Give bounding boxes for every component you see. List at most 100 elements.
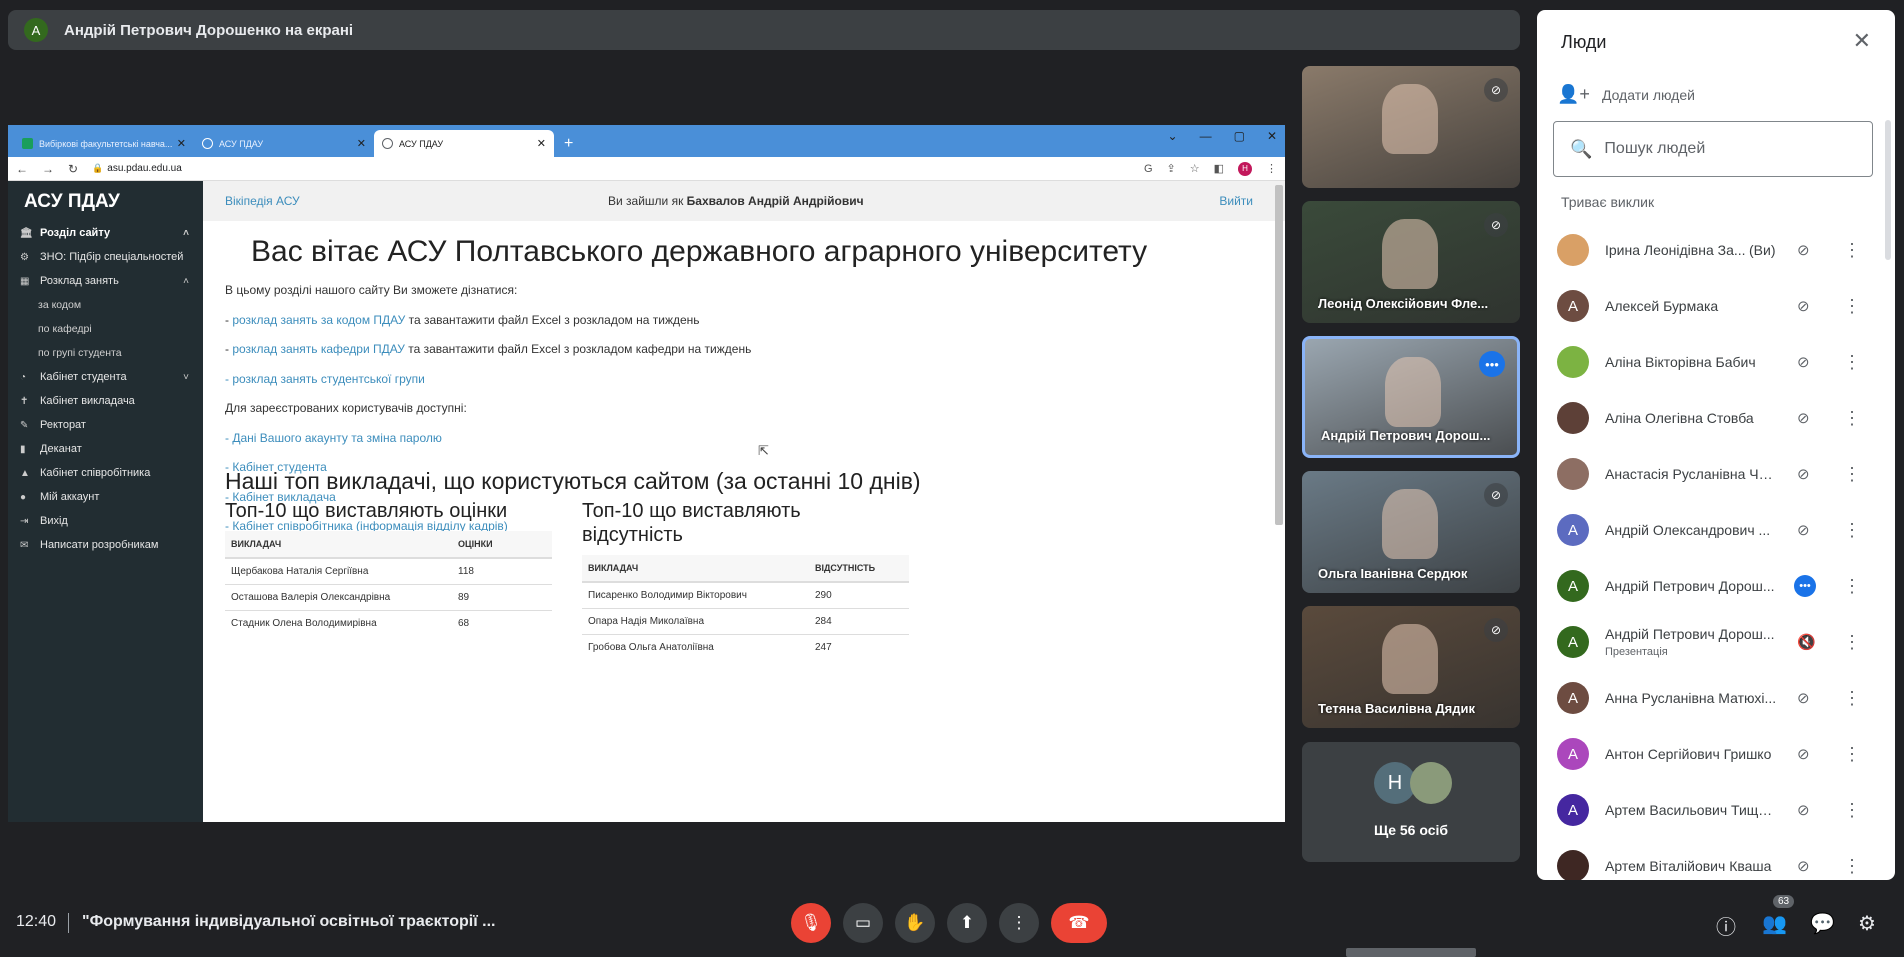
more-participants-tile[interactable]: Н Ще 56 осіб [1302,742,1520,862]
info-icon[interactable]: ⓘ [1716,911,1736,940]
sidebar-item[interactable]: по кафедрі [8,317,203,341]
star-icon[interactable]: ☆ [1190,162,1200,175]
people-scrollbar[interactable] [1885,120,1891,260]
participant-tile[interactable]: ⊘ Тетяна Василівна Дядик [1302,606,1520,728]
kebab-menu-icon[interactable]: ⋮ [1843,464,1861,485]
list-item[interactable]: А Анна Русланівна Матюхі... ⊘ ⋮ [1537,670,1895,726]
sidebar-item[interactable]: 🏛 Розділ сайту ˄ [8,221,203,245]
kebab-menu-icon[interactable]: ⋮ [1843,408,1861,429]
camera-button[interactable]: ▭ [843,903,883,943]
list-item[interactable]: А Андрій Петрович Дорош... ••• ⋮ [1537,558,1895,614]
back-arrow-icon[interactable]: ← [16,162,28,176]
participant-tile[interactable]: ⊘ [1302,66,1520,188]
chevron-down-icon[interactable]: ⌄ [1168,129,1178,143]
more-options-icon[interactable]: ••• [1479,351,1505,377]
maximize-icon[interactable]: ▢ [1234,129,1245,143]
audio-off-icon[interactable]: 🔇 [1797,633,1816,651]
logout-link[interactable]: Вийти [1219,194,1253,208]
list-item[interactable]: Аліна Вікторівна Бабич ⊘ ⋮ [1537,334,1895,390]
site-brand[interactable]: АСУ ПДАУ [8,185,203,221]
sidebar-item[interactable]: ⚙ ЗНО: Підбір спеціальностей [8,245,203,269]
forward-arrow-icon[interactable]: → [42,162,54,176]
schedule-by-dept-link[interactable]: розклад занять кафедри ПДАУ [232,342,405,356]
tab-close-icon[interactable]: ✕ [177,137,186,150]
list-item[interactable]: А Андрій Петрович Дорош... Презентація 🔇 ⋮ [1537,614,1895,670]
kebab-menu-icon[interactable]: ⋮ [1843,744,1861,765]
tab-close-icon[interactable]: ✕ [537,137,546,150]
kebab-menu-icon[interactable]: ⋮ [1843,688,1861,709]
close-icon[interactable]: ✕ [1853,28,1871,54]
browser-tab-3[interactable]: АСУ ПДАУ ✕ [374,130,554,157]
kebab-menu-icon[interactable]: ⋮ [1843,800,1861,821]
wiki-link[interactable]: Вікіпедія АСУ [225,194,300,208]
sidebar-item[interactable]: ✉ Написати розробникам [8,533,203,557]
sidebar-item[interactable]: ● Мій аккаунт [8,485,203,509]
mic-off-button[interactable]: 🎙 [791,903,831,943]
list-item[interactable]: А Алексей Бурмака ⊘ ⋮ [1537,278,1895,334]
schedule-by-group-link[interactable]: - розклад занять студентської групи [225,372,425,386]
list-item[interactable]: А Антон Сергійович Гришко ⊘ ⋮ [1537,726,1895,782]
list-item[interactable]: Артем Віталійович Кваша ⊘ ⋮ [1537,838,1895,880]
kebab-menu-icon[interactable]: ⋮ [1843,856,1861,877]
sidebar-item[interactable]: по групі студента [8,341,203,365]
list-item[interactable]: Аліна Олегівна Стовба ⊘ ⋮ [1537,390,1895,446]
sidebar-item[interactable]: ▦ Розклад занять ˄ [8,269,203,293]
mic-off-icon[interactable]: ⊘ [1797,689,1810,707]
browser-tab-2[interactable]: АСУ ПДАУ ✕ [194,130,374,157]
sidepanel-icon[interactable]: ◧ [1214,162,1224,175]
page-scrollbar[interactable] [1275,185,1283,525]
participant-tile[interactable]: ••• Андрій Петрович Дорош... [1302,336,1520,458]
lock-icon[interactable]: 🔒 [92,163,103,174]
search-people-field[interactable]: 🔍 Пошук людей [1553,121,1873,177]
kebab-menu-icon[interactable]: ⋮ [1266,162,1277,175]
sidebar-item[interactable]: ⇥ Вихід [8,509,203,533]
kebab-menu-icon[interactable]: ⋮ [1843,240,1861,261]
sidebar-item[interactable]: ▮ Деканат [8,437,203,461]
list-item[interactable]: Ірина Леонідівна За... (Ви) ⊘ ⋮ [1537,222,1895,278]
list-item[interactable]: Анастасія Русланівна Ча... ⊘ ⋮ [1537,446,1895,502]
minimize-icon[interactable]: — [1200,129,1212,143]
mic-off-icon[interactable]: ⊘ [1797,857,1810,875]
schedule-by-code-link[interactable]: розклад занять за кодом ПДАУ [232,313,405,327]
google-icon[interactable]: G [1144,163,1153,175]
sidebar-item[interactable]: ✝ Кабінет викладача [8,389,203,413]
speaking-indicator-icon[interactable]: ••• [1794,575,1816,597]
more-options-button[interactable]: ⋮ [999,903,1039,943]
leave-call-button[interactable]: ☎ [1051,903,1107,943]
kebab-menu-icon[interactable]: ⋮ [1843,352,1861,373]
sidebar-item[interactable]: ✎ Ректорат [8,413,203,437]
mic-off-icon[interactable]: ⊘ [1797,409,1810,427]
activities-icon[interactable]: ⚙ [1858,911,1876,936]
browser-tab-1[interactable]: Вибіркові факультетські навча... ✕ [14,130,194,157]
sidebar-item[interactable]: ◔ Кабінет студента ˅ [8,365,203,389]
url-field[interactable]: asu.pdau.edu.ua [107,163,182,174]
kebab-menu-icon[interactable]: ⋮ [1843,632,1861,653]
mic-off-icon[interactable]: ⊘ [1797,801,1810,819]
mic-off-icon[interactable]: ⊘ [1797,465,1810,483]
registered-link[interactable]: - Дані Вашого акаунту та зміна паролю [225,431,442,445]
participant-tile[interactable]: ⊘ Ольга Іванівна Сердюк [1302,471,1520,593]
horizontal-scrollbar[interactable] [1346,948,1476,957]
list-item[interactable]: А Артем Васильович Тище... ⊘ ⋮ [1537,782,1895,838]
mic-off-icon[interactable]: ⊘ [1797,241,1810,259]
new-tab-button[interactable]: + [564,135,573,153]
participant-tile[interactable]: ⊘ Леонід Олексійович Фле... [1302,201,1520,323]
kebab-menu-icon[interactable]: ⋮ [1843,520,1861,541]
kebab-menu-icon[interactable]: ⋮ [1843,576,1861,597]
mic-off-icon[interactable]: ⊘ [1797,353,1810,371]
tab-close-icon[interactable]: ✕ [357,137,366,150]
mic-off-icon[interactable]: ⊘ [1797,521,1810,539]
close-icon[interactable]: ✕ [1267,129,1277,143]
present-button[interactable]: ⬆ [947,903,987,943]
people-icon[interactable]: 👥 [1762,911,1787,936]
list-item[interactable]: А Андрій Олександрович ... ⊘ ⋮ [1537,502,1895,558]
sidebar-item[interactable]: ▲ Кабінет співробітника [8,461,203,485]
share-icon[interactable]: ⇪ [1167,162,1176,175]
add-people-button[interactable]: 👤+ Додати людей [1557,84,1695,105]
reload-icon[interactable]: ↻ [68,162,78,176]
sidebar-item[interactable]: за кодом [8,293,203,317]
mic-off-icon[interactable]: ⊘ [1797,745,1810,763]
raise-hand-button[interactable]: ✋ [895,903,935,943]
mic-off-icon[interactable]: ⊘ [1797,297,1810,315]
kebab-menu-icon[interactable]: ⋮ [1843,296,1861,317]
